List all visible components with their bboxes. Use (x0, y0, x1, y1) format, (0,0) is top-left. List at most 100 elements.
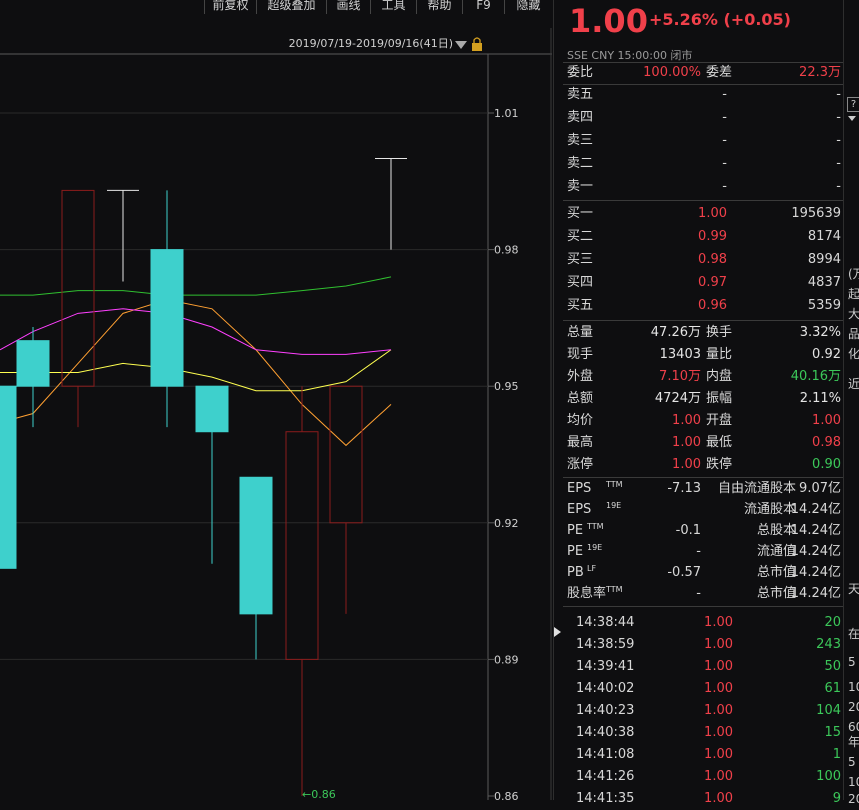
candle-body (329, 385, 363, 524)
weicha-label: 委差 (706, 65, 733, 80)
candle-body (150, 249, 184, 387)
stat-row[interactable]: 均价 1.00 开盘 1.00 (567, 410, 843, 432)
y-axis-ticks: 1.01 0.98 0.95 0.92 0.89 0.86 (488, 107, 519, 803)
toolbar-button-tools[interactable]: 工具 (370, 0, 416, 14)
side-info-text: 化 (848, 347, 859, 361)
buy-level-row[interactable]: 买三 0.98 8994 (567, 249, 843, 271)
tick-time: 14:40:38 (576, 725, 635, 740)
stat-value: 0.90 (812, 457, 841, 472)
stat-row[interactable]: 总额 4724万 振幅 2.11% (567, 388, 843, 410)
toolbar-button-f9[interactable]: F9 (462, 0, 504, 14)
stat-row[interactable]: 外盘 7.10万 内盘 40.16万 (567, 366, 843, 388)
ma-line (0, 308, 392, 355)
fund-label: PE (567, 523, 584, 538)
level-label: 卖五 (567, 87, 594, 102)
stat-value: 0.92 (812, 347, 841, 362)
fundamental-row[interactable]: PE 19E - 流通值 14.24亿 (567, 541, 843, 563)
weicha-value: 22.3万 (799, 65, 841, 80)
stat-row[interactable]: 最高 1.00 最低 0.98 (567, 432, 843, 454)
level-volume: 4837 (807, 275, 841, 290)
sell-level-row[interactable]: 卖四 - - (567, 107, 843, 129)
y-tick-label: 1.01 (494, 107, 519, 120)
level-price: - (722, 179, 727, 194)
sell-level-row[interactable]: 卖一 - - (567, 176, 843, 198)
stat-label: 开盘 (706, 413, 733, 428)
side-info-text: 10 (848, 775, 859, 789)
fund-label-sup: TTM (587, 522, 604, 531)
stat-label: 跌停 (706, 457, 733, 472)
kline-chart[interactable]: 2019/07/19-2019/09/16(41日) 1.01 0.98 0.95 0… (0, 14, 552, 803)
help-icon[interactable]: ? (847, 97, 859, 112)
tick-time: 14:41:35 (576, 791, 635, 806)
tick-row[interactable]: 14:40:38 1.00 15 (567, 722, 843, 744)
tick-row[interactable]: 14:41:08 1.00 1 (567, 744, 843, 766)
sell-level-row[interactable]: 卖五 - - (567, 84, 843, 106)
fund-label: PE (567, 544, 584, 559)
fundamental-row[interactable]: PE TTM -0.1 总股本 14.24亿 (567, 520, 843, 542)
stat-label: 涨停 (567, 457, 594, 472)
stat-value: 1.00 (672, 413, 701, 428)
toolbar-button-overlay[interactable]: 超级叠加 (256, 0, 326, 14)
buy-level-row[interactable]: 买四 0.97 4837 (567, 272, 843, 294)
kline-svg[interactable]: 2019/07/19-2019/09/16(41日) 1.01 0.98 0.95 0… (0, 14, 552, 803)
stat-row[interactable]: 涨停 1.00 跌停 0.90 (567, 454, 843, 476)
tick-row[interactable]: 14:39:41 1.00 50 (567, 656, 843, 678)
stat-label: 内盘 (706, 369, 733, 384)
expand-icon[interactable] (848, 114, 856, 122)
date-range-dropdown-icon[interactable] (455, 41, 467, 49)
tick-row[interactable]: 14:38:44 1.00 20 (567, 612, 843, 634)
fund-value2: 14.24亿 (790, 523, 841, 538)
stat-label: 换手 (706, 325, 733, 340)
stat-row[interactable]: 现手 13403 量比 0.92 (567, 344, 843, 366)
sell-level-row[interactable]: 卖二 - - (567, 153, 843, 175)
tick-row[interactable]: 14:41:26 1.00 100 (567, 766, 843, 788)
lock-icon[interactable] (472, 37, 482, 51)
level-volume: - (836, 179, 841, 194)
separator (563, 200, 843, 201)
candle-body (285, 431, 319, 660)
toolbar-button-help[interactable]: 帮助 (416, 0, 462, 14)
buy-level-row[interactable]: 买二 0.99 8174 (567, 226, 843, 248)
tick-price: 1.00 (704, 769, 733, 784)
stat-value: 1.00 (812, 413, 841, 428)
date-range-label: 2019/07/19-2019/09/16(41日) (289, 37, 453, 50)
stat-value: 2.11% (799, 391, 841, 406)
tick-row[interactable]: 14:40:23 1.00 104 (567, 700, 843, 722)
stat-value: 4724万 (654, 391, 701, 406)
toolbar-button-fuquan[interactable]: 前复权 (204, 0, 256, 14)
toolbar-button-hide[interactable]: 隐藏 (504, 0, 552, 14)
tick-row[interactable]: 14:38:59 1.00 243 (567, 634, 843, 656)
sell-level-row[interactable]: 卖三 - - (567, 130, 843, 152)
fund-value2: 14.24亿 (790, 502, 841, 517)
fund-label2: 总市值 (756, 586, 796, 601)
ma-line (0, 276, 392, 296)
level-price: - (722, 87, 727, 102)
panel-collapse-icon[interactable] (553, 626, 562, 638)
stat-row[interactable]: 总量 47.26万 换手 3.32% (567, 322, 843, 344)
fund-label: EPS (567, 481, 592, 496)
side-info-text: 60 (848, 720, 859, 734)
tick-price: 1.00 (704, 703, 733, 718)
side-info-text: (万 (848, 267, 859, 281)
stat-label: 现手 (567, 347, 594, 362)
toolbar-button-draw[interactable]: 画线 (326, 0, 370, 14)
fundamental-row[interactable]: EPS 19E 流通股本 14.24亿 (567, 499, 843, 521)
panel-divider (553, 0, 554, 800)
level-price: - (722, 156, 727, 171)
buy-level-row[interactable]: 买一 1.00 195639 (567, 203, 843, 225)
stat-value: 13403 (659, 347, 701, 362)
side-info-text: 20 (848, 700, 859, 714)
fundamental-row[interactable]: 股息率 TTM - 总市值 14.24亿 (567, 583, 843, 605)
side-info-text: 年 (848, 735, 859, 749)
tick-time: 14:40:02 (576, 681, 635, 696)
level-volume: 5359 (807, 298, 841, 313)
separator (563, 606, 843, 607)
level-price: 0.98 (698, 252, 727, 267)
tick-price: 1.00 (704, 791, 733, 806)
candles (0, 158, 407, 796)
buy-level-row[interactable]: 买五 0.96 5359 (567, 295, 843, 317)
tick-row[interactable]: 14:41:35 1.00 9 (567, 788, 843, 810)
side-info-panel: ? (万起大品化近天在 5 10 20 60年 5 10 20 (843, 0, 859, 806)
level-volume: - (836, 110, 841, 125)
tick-row[interactable]: 14:40:02 1.00 61 (567, 678, 843, 700)
